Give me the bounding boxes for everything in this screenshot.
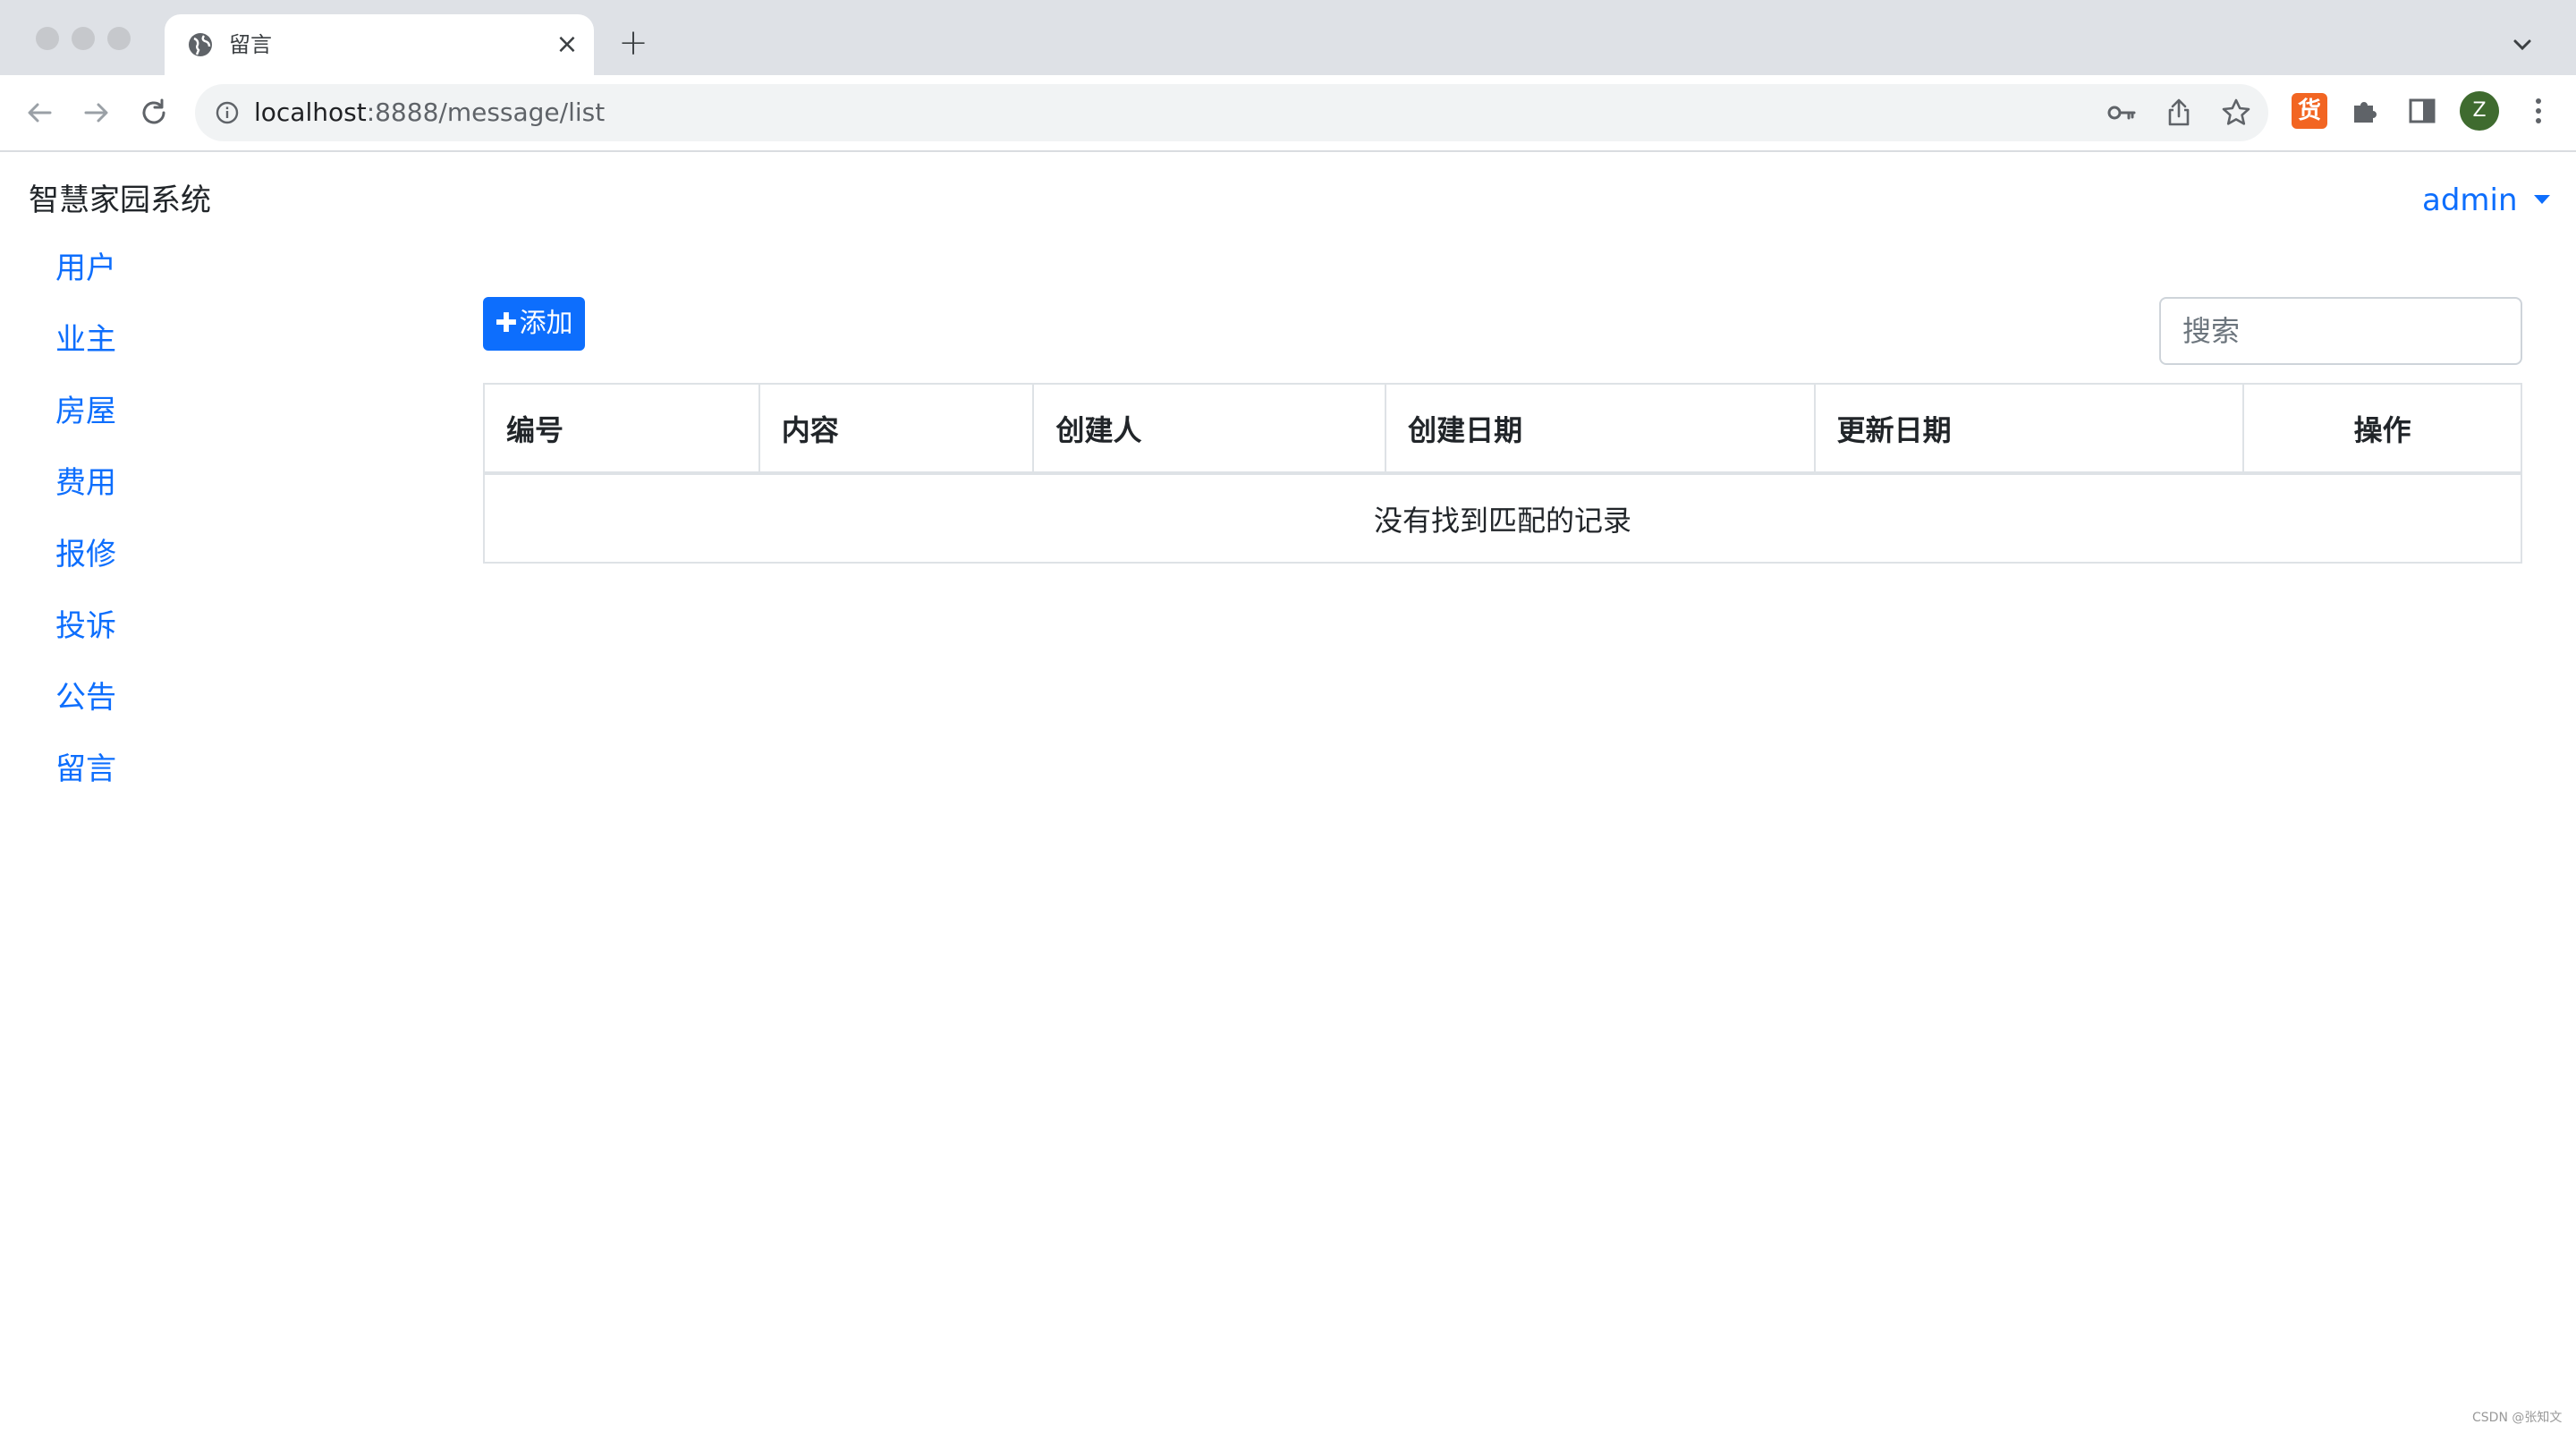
site-info-icon[interactable] [213, 98, 242, 127]
search-input[interactable] [2159, 297, 2522, 365]
share-icon[interactable] [2163, 97, 2195, 129]
window-minimize-control[interactable] [72, 27, 95, 50]
tab-close-icon[interactable]: × [551, 29, 583, 61]
sidebar-nav: 用户 业主 房屋 费用 报修 投诉 公告 留言 [55, 249, 324, 821]
column-header-content[interactable]: 内容 [758, 383, 1035, 475]
message-table: 编号 内容 创建人 创建日期 更新日期 操作 没有找到匹配的记录 [483, 383, 2522, 564]
sidebar-item-notices[interactable]: 公告 [55, 678, 324, 750]
extensions-puzzle-icon[interactable] [2347, 93, 2383, 129]
browser-tabstrip: 留言 × + [0, 0, 2576, 75]
sidebar-item-users[interactable]: 用户 [55, 249, 324, 320]
user-name: admin [2422, 182, 2518, 218]
reload-icon[interactable] [134, 93, 174, 132]
bookmark-star-icon[interactable] [2220, 97, 2252, 129]
tab-search-chevron-icon[interactable] [2504, 27, 2540, 63]
side-panel-icon[interactable] [2404, 93, 2440, 129]
sidebar-item-repairs[interactable]: 报修 [55, 535, 324, 606]
url-path: :8888/message/list [366, 98, 606, 127]
table-header-row: 编号 内容 创建人 创建日期 更新日期 操作 [483, 383, 2522, 475]
column-header-updated-date[interactable]: 更新日期 [1813, 383, 2245, 475]
brand-title[interactable]: 智慧家园系统 [29, 181, 211, 220]
profile-avatar[interactable]: Z [2460, 91, 2499, 131]
extension-orange-icon[interactable]: 货 [2292, 93, 2327, 129]
sidebar-item-fees[interactable]: 费用 [55, 463, 324, 535]
window-close-control[interactable] [36, 27, 59, 50]
forward-arrow-icon[interactable] [77, 93, 116, 132]
web-page: 智慧家园系统 admin 用户 业主 房屋 费用 报修 投诉 公告 留言 ✚添加… [0, 154, 2576, 1433]
empty-table-message: 没有找到匹配的记录 [483, 472, 2522, 564]
sidebar-item-messages[interactable]: 留言 [55, 750, 324, 821]
key-icon[interactable] [2106, 97, 2138, 129]
column-header-id[interactable]: 编号 [483, 383, 760, 475]
caret-down-icon [2533, 194, 2550, 204]
browser-toolbar: localhost:8888/message/list [0, 75, 2576, 152]
browser-menu-dots-icon[interactable] [2521, 93, 2556, 129]
watermark: CSDN @张知文 [2472, 1411, 2563, 1425]
column-header-actions[interactable]: 操作 [2242, 383, 2522, 475]
column-header-creator[interactable]: 创建人 [1032, 383, 1387, 475]
plus-icon: ✚ [495, 308, 518, 339]
table-row: 没有找到匹配的记录 [483, 472, 2522, 564]
browser-tab-active[interactable]: 留言 × [165, 14, 594, 75]
address-bar[interactable]: localhost:8888/message/list [195, 84, 2268, 141]
back-arrow-icon[interactable] [20, 93, 59, 132]
sidebar-item-complaints[interactable]: 投诉 [55, 606, 324, 678]
globe-icon [189, 33, 212, 56]
add-button-label: 添加 [519, 308, 573, 339]
user-dropdown[interactable]: admin [2422, 181, 2550, 220]
tab-title: 留言 [229, 32, 272, 57]
url-host: localhost [254, 98, 367, 127]
sidebar-item-owners[interactable]: 业主 [55, 320, 324, 392]
new-tab-button[interactable]: + [614, 23, 653, 63]
add-button[interactable]: ✚添加 [483, 297, 585, 351]
url-text[interactable]: localhost:8888/message/list [254, 97, 605, 129]
window-zoom-control[interactable] [107, 27, 131, 50]
sidebar-item-houses[interactable]: 房屋 [55, 392, 324, 463]
column-header-created-date[interactable]: 创建日期 [1385, 383, 1816, 475]
